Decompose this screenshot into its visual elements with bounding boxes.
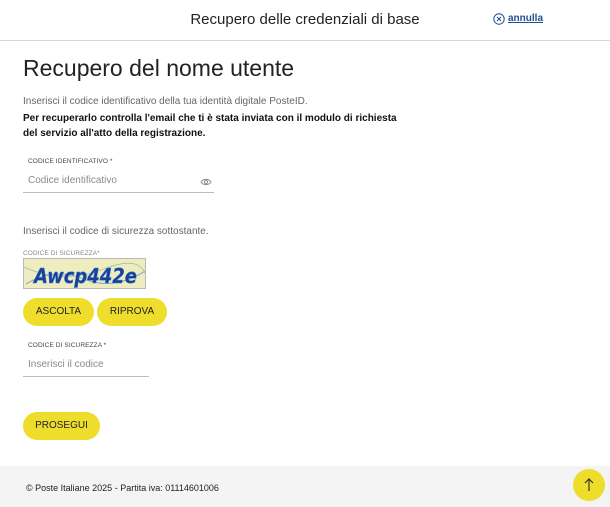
security-field-label: CODICE DI SICUREZZA * bbox=[28, 342, 107, 349]
captcha-label: CODICE DI SICUREZZA* bbox=[23, 250, 100, 257]
footer-copyright: © Poste Italiane 2025 - Partita iva: 011… bbox=[26, 483, 219, 493]
page-title: Recupero del nome utente bbox=[23, 55, 295, 81]
listen-button[interactable]: ASCOLTA bbox=[23, 298, 94, 326]
intro-instructions: Per recuperarlo controlla l'email che ti… bbox=[23, 113, 397, 139]
security-code-input[interactable] bbox=[23, 353, 149, 376]
captcha-text: Awcp442e bbox=[32, 264, 137, 288]
id-field-wrapper bbox=[23, 169, 214, 193]
security-intro-text: Inserisci il codice di sicurezza sottost… bbox=[23, 226, 209, 237]
security-field-wrapper bbox=[23, 353, 149, 377]
id-code-input[interactable] bbox=[23, 169, 214, 192]
retry-button[interactable]: RIPROVA bbox=[97, 298, 167, 326]
scroll-to-top-button[interactable] bbox=[573, 469, 605, 501]
captcha-image: Awcp442e bbox=[23, 258, 146, 289]
eye-icon[interactable] bbox=[200, 175, 212, 187]
top-bar: Recupero delle credenziali di base annul… bbox=[0, 0, 610, 41]
intro-text: Inserisci il codice identificativo della… bbox=[23, 96, 308, 107]
close-circle-icon bbox=[493, 12, 505, 25]
arrow-up-icon bbox=[584, 478, 594, 491]
cancel-label: annulla bbox=[508, 12, 544, 24]
continue-button[interactable]: PROSEGUI bbox=[23, 412, 100, 440]
footer: © Poste Italiane 2025 - Partita iva: 011… bbox=[0, 466, 610, 507]
id-field-label: CODICE IDENTIFICATIVO * bbox=[28, 158, 113, 165]
cancel-link[interactable]: annulla bbox=[493, 12, 544, 25]
